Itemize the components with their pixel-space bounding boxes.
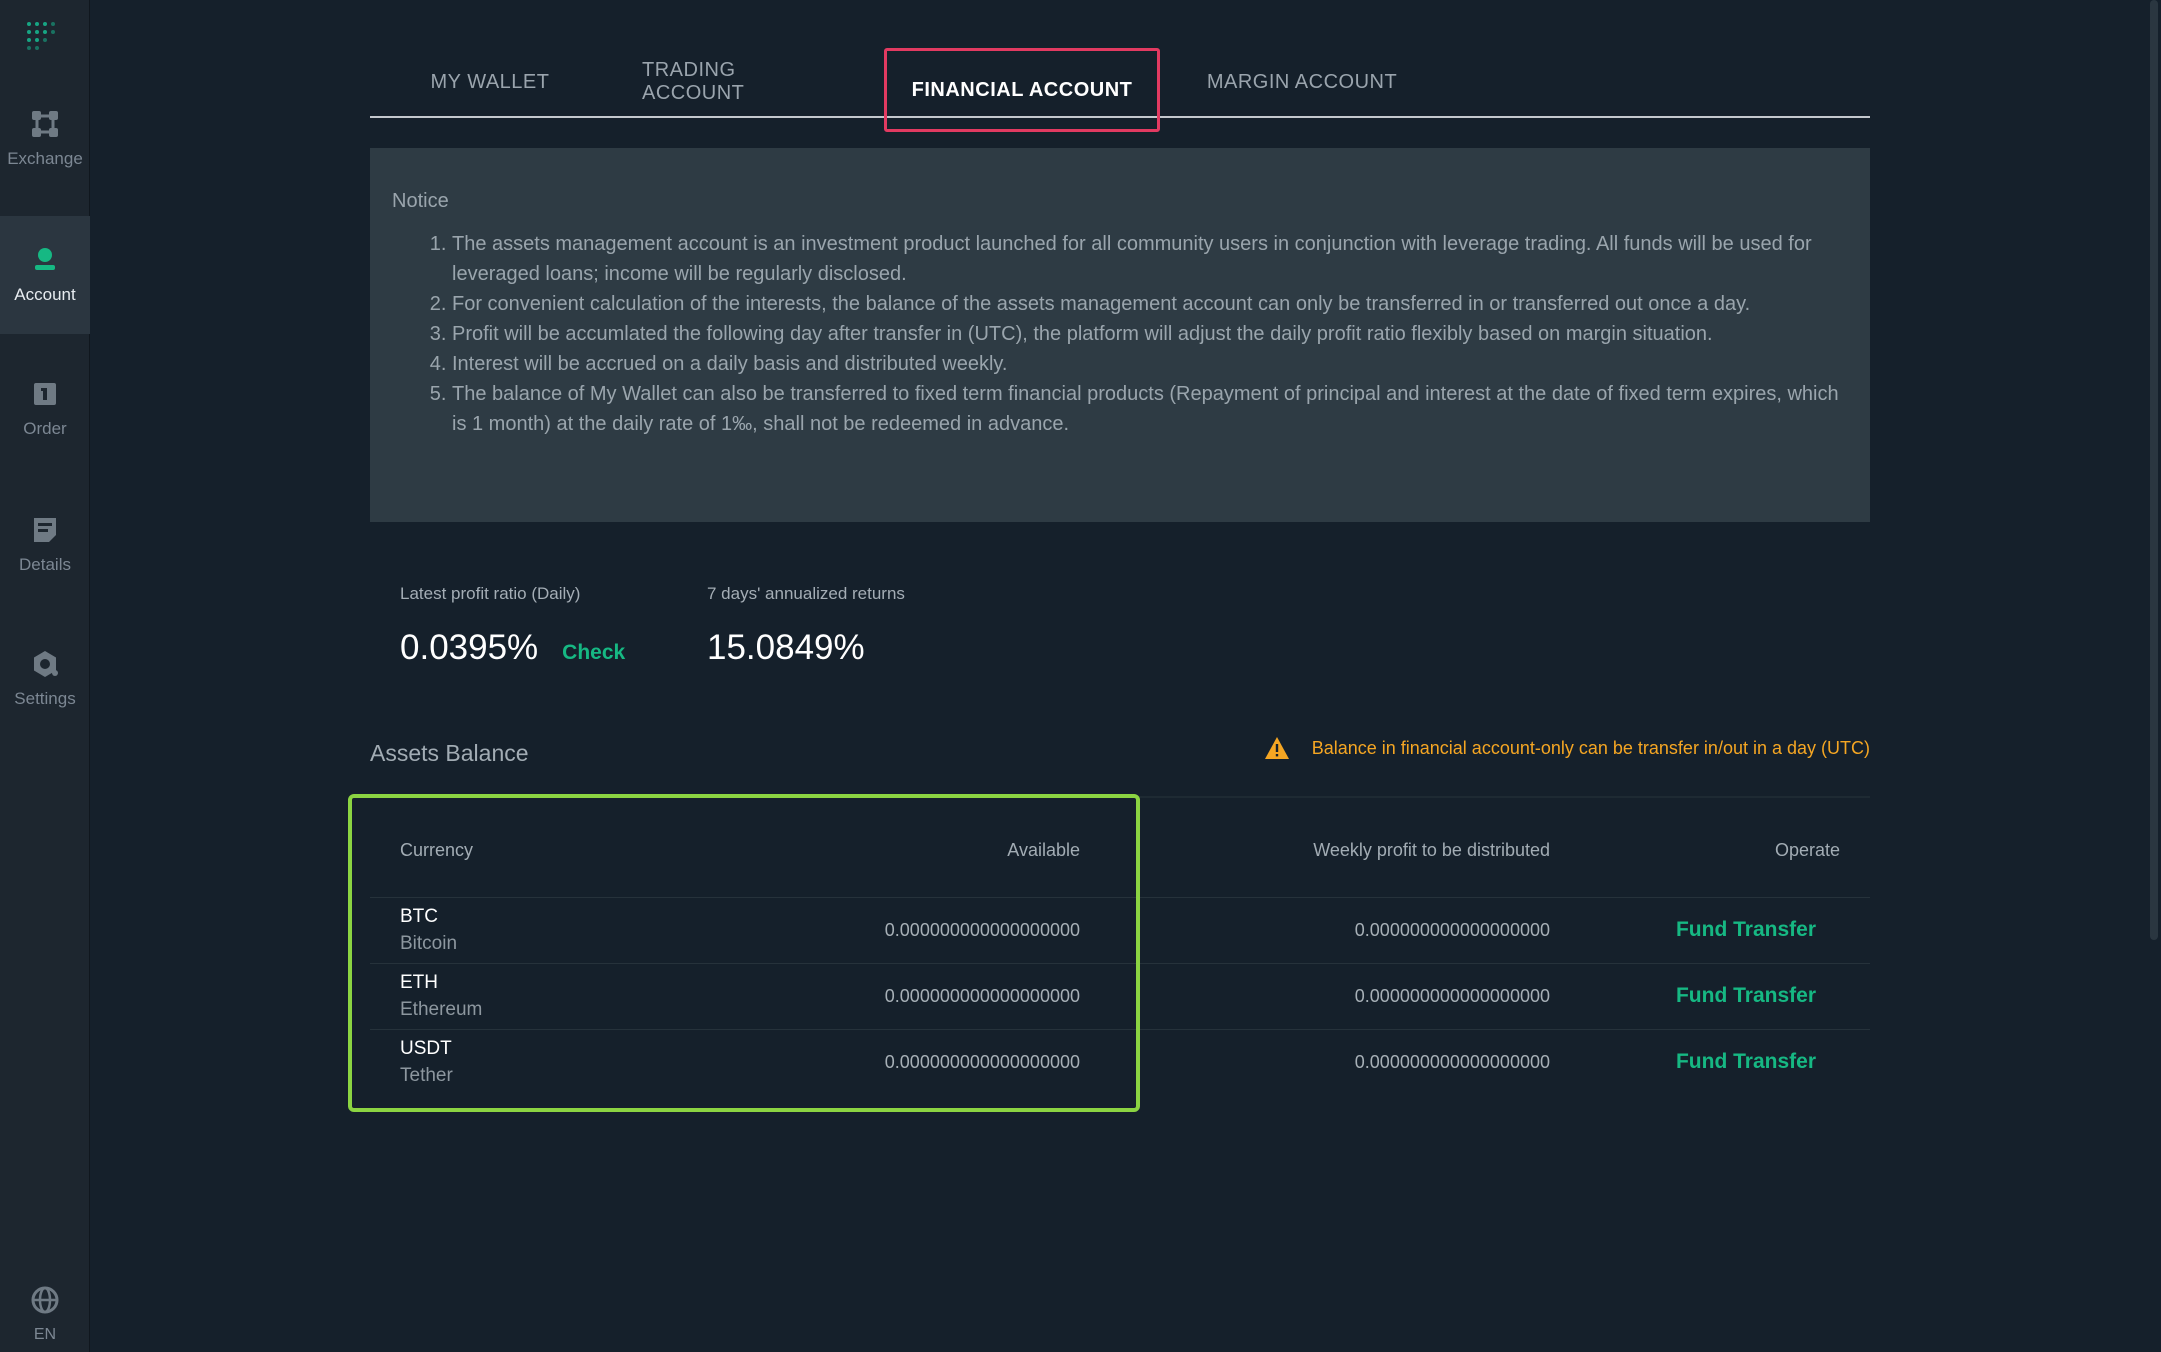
sidebar-item-label: Exchange — [7, 149, 83, 168]
available-value: 0.000000000000000000 — [884, 1052, 1080, 1072]
sidebar-item-account[interactable]: Account — [0, 216, 90, 334]
tab-financial-account[interactable]: FINANCIAL ACCOUNT — [884, 48, 1160, 132]
table-row: BTC Bitcoin 0.000000000000000000 0.00000… — [370, 898, 1870, 964]
available-value: 0.000000000000000000 — [884, 920, 1080, 940]
assets-table: Currency Available Weekly profit to be d… — [370, 796, 1870, 1096]
table-row: ETH Ethereum 0.000000000000000000 0.0000… — [370, 964, 1870, 1030]
notice-item: The assets management account is an inve… — [452, 229, 1846, 289]
fund-transfer-button[interactable]: Fund Transfer — [1676, 918, 1816, 942]
column-currency: Currency — [400, 840, 474, 860]
weekly-profit-value: 0.000000000000000000 — [1354, 920, 1550, 940]
notice-item: Interest will be accrued on a daily basi… — [452, 349, 1846, 379]
sidebar-item-label: Details — [19, 555, 71, 574]
available-value: 0.000000000000000000 — [884, 986, 1080, 1006]
annualized-returns-value: 15.0849% — [707, 628, 865, 667]
language-selector[interactable]: EN — [0, 1285, 90, 1344]
check-link[interactable]: Check — [562, 641, 625, 665]
fund-transfer-button[interactable]: Fund Transfer — [1676, 1050, 1816, 1074]
sidebar-item-label: Account — [14, 285, 76, 304]
language-label: EN — [33, 1326, 57, 1343]
currency-name: Bitcoin — [400, 933, 458, 954]
annualized-returns-label: 7 days' annualized returns — [707, 584, 905, 603]
currency-name: Ethereum — [400, 999, 483, 1020]
sidebar: Exchange Account Order Details Settings … — [0, 0, 90, 1352]
column-operate: Operate — [1774, 840, 1840, 860]
scrollbar-thumb[interactable] — [2150, 0, 2158, 940]
order-icon — [30, 379, 60, 409]
sidebar-item-settings[interactable]: Settings — [0, 620, 90, 738]
annualized-returns-stat: 7 days' annualized returns 15.0849% — [707, 584, 905, 668]
warning-text: Balance in financial account-only can be… — [1311, 737, 1870, 758]
currency-symbol: ETH — [400, 972, 438, 993]
account-icon — [30, 245, 60, 275]
assets-balance-title: Assets Balance — [370, 740, 529, 766]
sidebar-item-exchange[interactable]: Exchange — [0, 80, 90, 198]
column-weekly-profit: Weekly profit to be distributed — [1313, 840, 1550, 860]
globe-icon — [30, 1285, 60, 1320]
transfer-warning: Balance in financial account-only can be… — [1264, 736, 1870, 760]
weekly-profit-value: 0.000000000000000000 — [1354, 1052, 1550, 1072]
currency-symbol: USDT — [400, 1038, 452, 1059]
details-icon — [30, 515, 60, 545]
logo-icon[interactable] — [27, 22, 63, 58]
table-row: USDT Tether 0.000000000000000000 0.00000… — [370, 1030, 1870, 1096]
column-available: Available — [1007, 840, 1080, 860]
notice-item: Profit will be accumlated the following … — [452, 319, 1846, 349]
notice-item: For convenient calculation of the intere… — [452, 289, 1846, 319]
profit-ratio-stat: Latest profit ratio (Daily) 0.0395% Chec… — [400, 584, 625, 668]
sidebar-item-details[interactable]: Details — [0, 486, 90, 604]
profit-ratio-value: 0.0395% — [400, 628, 539, 667]
tab-trading-account[interactable]: TRADING ACCOUNT — [642, 48, 842, 116]
page-scrollbar[interactable] — [2147, 0, 2161, 1352]
fund-transfer-button[interactable]: Fund Transfer — [1676, 984, 1816, 1008]
notice-panel: Notice The assets management account is … — [370, 148, 1870, 522]
currency-name: Tether — [400, 1065, 453, 1086]
profit-ratio-label: Latest profit ratio (Daily) — [400, 584, 581, 603]
table-header: Currency Available Weekly profit to be d… — [370, 798, 1870, 898]
gear-icon — [30, 649, 60, 679]
notice-title: Notice — [392, 190, 449, 212]
sidebar-item-label: Order — [23, 419, 67, 438]
tab-margin-account[interactable]: MARGIN ACCOUNT — [1204, 48, 1400, 116]
weekly-profit-value: 0.000000000000000000 — [1354, 986, 1550, 1006]
exchange-icon — [30, 109, 60, 139]
account-tabs: MY WALLET TRADING ACCOUNT FINANCIAL ACCO… — [370, 48, 1870, 132]
notice-list: The assets management account is an inve… — [392, 229, 1846, 439]
currency-symbol: BTC — [400, 906, 438, 927]
sidebar-item-order[interactable]: Order — [0, 350, 90, 468]
notice-item: The balance of My Wallet can also be tra… — [452, 379, 1846, 439]
sidebar-item-label: Settings — [14, 689, 76, 708]
tab-my-wallet[interactable]: MY WALLET — [430, 48, 550, 116]
warning-icon — [1264, 737, 1289, 759]
